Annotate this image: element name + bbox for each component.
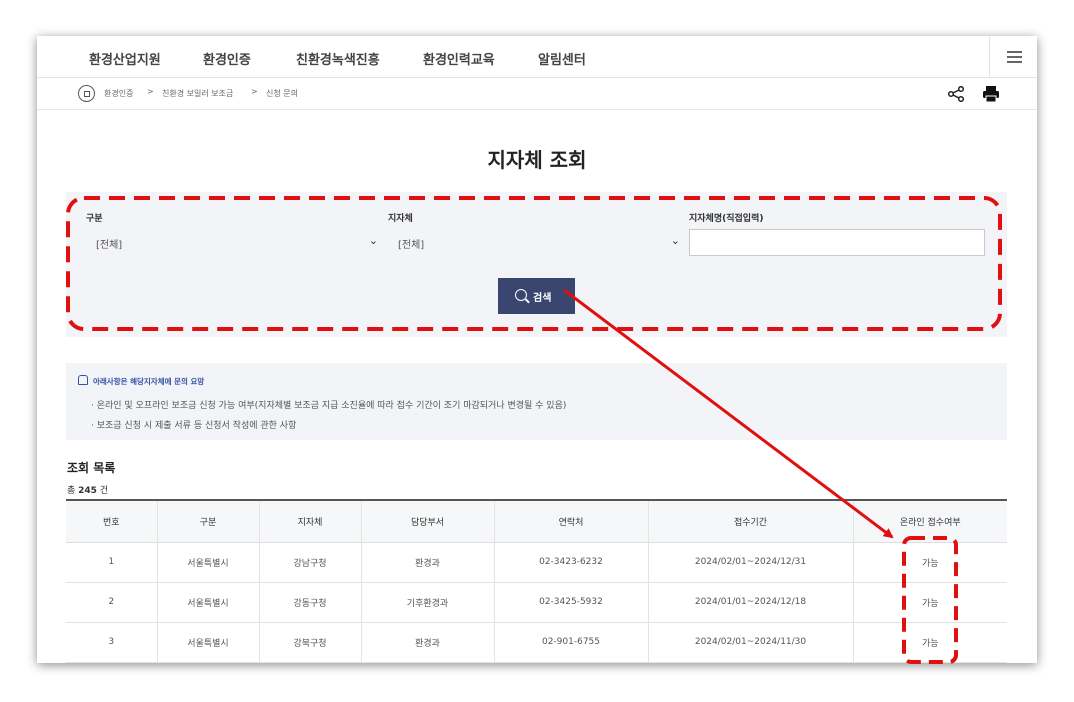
top-navigation: 환경산업지원 환경인증 친환경녹색진흥 환경인력교육 알림센터 [37,36,1037,78]
cell-period: 2024/01/01~2024/12/18 [647,582,853,623]
cell-department: 환경과 [360,622,494,663]
breadcrumb-item-inquiry[interactable]: 신청 문의 [266,88,298,99]
region-label: 지자체 [388,214,413,224]
cell-region: 강북구청 [258,622,361,663]
column-header-number: 번호 [66,499,157,543]
breadcrumb: 환경인증 > 친환경 보일러 보조금 > 신청 문의 [37,78,1037,110]
cell-period: 2024/02/01~2024/12/31 [647,542,853,583]
page-title: 지자체 조회 [487,148,587,172]
notice-line: · 보조금 신청 시 제출 서류 등 신청서 작성에 관한 사항 [91,421,297,431]
column-header-category: 구분 [156,499,259,543]
cell-department: 환경과 [360,542,494,583]
cell-category: 서울특별시 [156,622,259,663]
cell-category: 서울특별시 [156,542,259,583]
nav-item-education[interactable]: 환경인력교육 [423,49,495,68]
cell-contact: 02-3423-6232 [493,542,648,583]
column-header-region: 지자체 [258,499,361,543]
nav-item-green-promotion[interactable]: 친환경녹색진흥 [296,49,380,68]
nav-item-certification[interactable]: 환경인증 [203,49,251,68]
breadcrumb-separator: > [147,87,154,96]
browser-window: 환경산업지원 환경인증 친환경녹색진흥 환경인력교육 알림센터 환경인증 > 친… [37,36,1037,663]
chevron-down-icon: ⌄ [368,234,378,247]
breadcrumb-item-boiler-subsidy[interactable]: 친환경 보일러 보조금 [162,88,233,99]
cell-contact: 02-3425-5932 [493,582,648,623]
menu-button[interactable] [989,36,1037,78]
home-icon[interactable] [78,85,95,102]
notice-box: 아래사항은 해당지자체에 문의 요망 · 온라인 및 오프라인 보조금 신청 가… [66,363,1007,440]
notice-title: 아래사항은 해당지자체에 문의 요망 [93,377,205,386]
table-header-row: 번호 구분 지자체 담당부서 연락처 접수기간 온라인 접수여부 [66,499,1007,543]
table-row[interactable]: 1 서울특별시 강남구청 환경과 02-3423-6232 2024/02/01… [66,542,1007,583]
region-name-input[interactable] [689,229,985,256]
column-header-online: 온라인 접수여부 [852,499,1007,543]
total-count: 총 245 건 [67,483,108,496]
result-table: 번호 구분 지자체 담당부서 연락처 접수기간 온라인 접수여부 1 서울특별시… [66,499,1007,663]
nav-item-notice-center[interactable]: 알림센터 [538,49,586,68]
total-prefix: 총 [67,486,76,496]
cell-number: 3 [66,622,157,663]
cell-number: 2 [66,582,157,623]
column-header-period: 접수기간 [647,499,853,543]
total-suffix: 건 [99,486,109,496]
bell-icon [78,375,88,385]
cell-online: 가능 [852,582,1007,623]
cell-online: 가능 [852,542,1007,583]
cell-region: 강동구청 [258,582,361,623]
list-title: 조회 목록 [67,461,116,475]
search-button-label: 검색 [533,293,552,304]
nav-item-industry-support[interactable]: 환경산업지원 [89,49,161,68]
cell-department: 기후환경과 [360,582,494,623]
category-label: 구분 [86,214,103,224]
table-row[interactable]: 2 서울특별시 강동구청 기후환경과 02-3425-5932 2024/01/… [66,582,1007,623]
column-header-contact: 연락처 [493,499,648,543]
breadcrumb-item-certification[interactable]: 환경인증 [104,88,133,99]
share-icon[interactable] [947,86,965,102]
search-button[interactable]: 검색 [498,278,575,314]
search-icon [515,289,527,301]
cell-period: 2024/02/01~2024/11/30 [647,622,853,663]
cell-region: 강남구청 [258,542,361,583]
table-row[interactable]: 3 서울특별시 강북구청 환경과 02-901-6755 2024/02/01~… [66,622,1007,663]
breadcrumb-separator: > [251,87,258,96]
cell-number: 1 [66,542,157,583]
region-select-value: [전체] [398,240,425,251]
search-panel: 구분 [전체] ⌄ 지자체 [전체] ⌄ 지자체명(직접입력) 검색 [66,192,1007,337]
cell-contact: 02-901-6755 [493,622,648,663]
category-select-value: [전체] [96,240,123,251]
print-icon[interactable] [982,85,1000,103]
notice-line: · 온라인 및 오프라인 보조금 신청 가능 여부(지자체별 보조금 지급 소진… [91,401,567,411]
column-header-department: 담당부서 [360,499,494,543]
region-select[interactable]: [전체] ⌄ [388,229,684,255]
total-number: 245 [78,486,97,496]
cell-online: 가능 [852,622,1007,663]
name-label: 지자체명(직접입력) [689,214,764,224]
category-select[interactable]: [전체] ⌄ [86,229,382,255]
cell-category: 서울특별시 [156,582,259,623]
chevron-down-icon: ⌄ [670,234,680,247]
